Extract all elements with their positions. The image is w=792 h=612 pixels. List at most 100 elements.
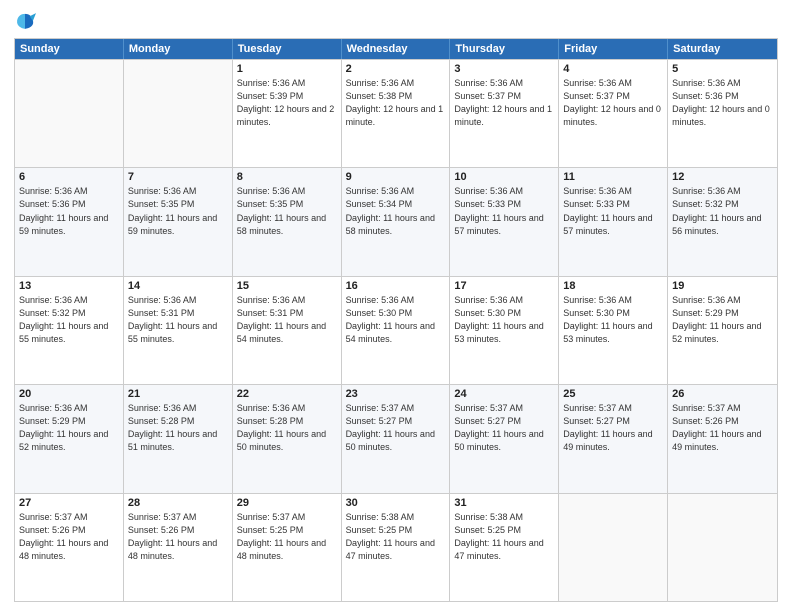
day-number: 29 — [237, 497, 337, 509]
day-info: Sunrise: 5:36 AM Sunset: 5:32 PM Dayligh… — [19, 294, 119, 346]
empty-cell — [559, 494, 668, 601]
page-container: SundayMondayTuesdayWednesdayThursdayFrid… — [0, 0, 792, 612]
day-number: 1 — [237, 63, 337, 75]
calendar-header: SundayMondayTuesdayWednesdayThursdayFrid… — [15, 39, 777, 59]
day-number: 25 — [563, 388, 663, 400]
day-number: 22 — [237, 388, 337, 400]
day-info: Sunrise: 5:37 AM Sunset: 5:26 PM Dayligh… — [19, 511, 119, 563]
day-number: 17 — [454, 280, 554, 292]
day-info: Sunrise: 5:36 AM Sunset: 5:28 PM Dayligh… — [237, 402, 337, 454]
day-info: Sunrise: 5:36 AM Sunset: 5:29 PM Dayligh… — [19, 402, 119, 454]
header-cell-sunday: Sunday — [15, 39, 124, 59]
day-cell-17: 17 Sunrise: 5:36 AM Sunset: 5:30 PM Dayli… — [450, 277, 559, 384]
day-cell-5: 5Sunrise: 5:36 AM Sunset: 5:36 PM Daylig… — [668, 60, 777, 167]
day-number: 20 — [19, 388, 119, 400]
day-info: Sunrise: 5:36 AM Sunset: 5:37 PM Dayligh… — [454, 77, 554, 129]
day-info: Sunrise: 5:37 AM Sunset: 5:27 PM Dayligh… — [346, 402, 446, 454]
day-info: Sunrise: 5:36 AM Sunset: 5:35 PM Dayligh… — [128, 185, 228, 237]
day-info: Sunrise: 5:36 AM Sunset: 5:30 PM Dayligh… — [346, 294, 446, 346]
day-cell-8: 8 Sunrise: 5:36 AM Sunset: 5:35 PM Daylig… — [233, 168, 342, 275]
header-cell-saturday: Saturday — [668, 39, 777, 59]
day-number: 7 — [128, 171, 228, 183]
calendar-row: 20 Sunrise: 5:36 AM Sunset: 5:29 PM Dayli… — [15, 384, 777, 492]
day-cell-12: 12 Sunrise: 5:36 AM Sunset: 5:32 PM Dayli… — [668, 168, 777, 275]
day-cell-29: 29Sunrise: 5:37 AM Sunset: 5:25 PM Dayli… — [233, 494, 342, 601]
day-info: Sunrise: 5:36 AM Sunset: 5:30 PM Dayligh… — [563, 294, 663, 346]
day-number: 23 — [346, 388, 446, 400]
day-info: Sunrise: 5:36 AM Sunset: 5:31 PM Dayligh… — [237, 294, 337, 346]
day-number: 10 — [454, 171, 554, 183]
day-number: 12 — [672, 171, 773, 183]
day-number: 19 — [672, 280, 773, 292]
day-cell-15: 15 Sunrise: 5:36 AM Sunset: 5:31 PM Dayli… — [233, 277, 342, 384]
calendar: SundayMondayTuesdayWednesdayThursdayFrid… — [14, 38, 778, 602]
day-cell-26: 26Sunrise: 5:37 AM Sunset: 5:26 PM Dayli… — [668, 385, 777, 492]
day-info: Sunrise: 5:37 AM Sunset: 5:27 PM Dayligh… — [563, 402, 663, 454]
day-info: Sunrise: 5:37 AM Sunset: 5:26 PM Dayligh… — [128, 511, 228, 563]
day-cell-7: 7 Sunrise: 5:36 AM Sunset: 5:35 PM Daylig… — [124, 168, 233, 275]
day-number: 4 — [563, 63, 663, 75]
day-info: Sunrise: 5:36 AM Sunset: 5:32 PM Dayligh… — [672, 185, 773, 237]
day-cell-16: 16Sunrise: 5:36 AM Sunset: 5:30 PM Dayli… — [342, 277, 451, 384]
day-cell-14: 14 Sunrise: 5:36 AM Sunset: 5:31 PM Dayli… — [124, 277, 233, 384]
logo — [14, 10, 40, 32]
day-cell-23: 23 Sunrise: 5:37 AM Sunset: 5:27 PM Dayli… — [342, 385, 451, 492]
day-number: 28 — [128, 497, 228, 509]
day-cell-10: 10Sunrise: 5:36 AM Sunset: 5:33 PM Dayli… — [450, 168, 559, 275]
day-info: Sunrise: 5:36 AM Sunset: 5:37 PM Dayligh… — [563, 77, 663, 129]
day-cell-28: 28 Sunrise: 5:37 AM Sunset: 5:26 PM Dayli… — [124, 494, 233, 601]
day-number: 31 — [454, 497, 554, 509]
day-cell-31: 31 Sunrise: 5:38 AM Sunset: 5:25 PM Dayli… — [450, 494, 559, 601]
day-cell-6: 6 Sunrise: 5:36 AM Sunset: 5:36 PM Daylig… — [15, 168, 124, 275]
day-number: 30 — [346, 497, 446, 509]
day-cell-30: 30 Sunrise: 5:38 AM Sunset: 5:25 PM Dayli… — [342, 494, 451, 601]
day-number: 18 — [563, 280, 663, 292]
day-cell-19: 19 Sunrise: 5:36 AM Sunset: 5:29 PM Dayli… — [668, 277, 777, 384]
day-number: 11 — [563, 171, 663, 183]
day-cell-18: 18 Sunrise: 5:36 AM Sunset: 5:30 PM Dayli… — [559, 277, 668, 384]
day-info: Sunrise: 5:36 AM Sunset: 5:31 PM Dayligh… — [128, 294, 228, 346]
day-number: 13 — [19, 280, 119, 292]
day-cell-24: 24 Sunrise: 5:37 AM Sunset: 5:27 PM Dayli… — [450, 385, 559, 492]
day-info: Sunrise: 5:36 AM Sunset: 5:35 PM Dayligh… — [237, 185, 337, 237]
day-cell-21: 21Sunrise: 5:36 AM Sunset: 5:28 PM Dayli… — [124, 385, 233, 492]
calendar-row: 6 Sunrise: 5:36 AM Sunset: 5:36 PM Daylig… — [15, 167, 777, 275]
day-cell-13: 13 Sunrise: 5:36 AM Sunset: 5:32 PM Dayli… — [15, 277, 124, 384]
empty-cell — [668, 494, 777, 601]
day-info: Sunrise: 5:36 AM Sunset: 5:30 PM Dayligh… — [454, 294, 554, 346]
day-cell-20: 20 Sunrise: 5:36 AM Sunset: 5:29 PM Dayli… — [15, 385, 124, 492]
day-number: 9 — [346, 171, 446, 183]
day-number: 3 — [454, 63, 554, 75]
day-info: Sunrise: 5:38 AM Sunset: 5:25 PM Dayligh… — [346, 511, 446, 563]
day-cell-3: 3 Sunrise: 5:36 AM Sunset: 5:37 PM Daylig… — [450, 60, 559, 167]
day-info: Sunrise: 5:36 AM Sunset: 5:38 PM Dayligh… — [346, 77, 446, 129]
day-number: 8 — [237, 171, 337, 183]
day-cell-27: 27Sunrise: 5:37 AM Sunset: 5:26 PM Dayli… — [15, 494, 124, 601]
day-info: Sunrise: 5:36 AM Sunset: 5:34 PM Dayligh… — [346, 185, 446, 237]
header-cell-wednesday: Wednesday — [342, 39, 451, 59]
day-info: Sunrise: 5:36 AM Sunset: 5:36 PM Dayligh… — [19, 185, 119, 237]
day-number: 5 — [672, 63, 773, 75]
header-cell-friday: Friday — [559, 39, 668, 59]
day-info: Sunrise: 5:36 AM Sunset: 5:39 PM Dayligh… — [237, 77, 337, 129]
header-cell-thursday: Thursday — [450, 39, 559, 59]
day-number: 14 — [128, 280, 228, 292]
day-cell-11: 11 Sunrise: 5:36 AM Sunset: 5:33 PM Dayli… — [559, 168, 668, 275]
page-header — [14, 10, 778, 32]
header-cell-monday: Monday — [124, 39, 233, 59]
calendar-row: 13 Sunrise: 5:36 AM Sunset: 5:32 PM Dayli… — [15, 276, 777, 384]
day-info: Sunrise: 5:37 AM Sunset: 5:26 PM Dayligh… — [672, 402, 773, 454]
day-info: Sunrise: 5:36 AM Sunset: 5:33 PM Dayligh… — [563, 185, 663, 237]
calendar-row: 27Sunrise: 5:37 AM Sunset: 5:26 PM Dayli… — [15, 493, 777, 601]
logo-icon — [14, 10, 36, 32]
day-number: 15 — [237, 280, 337, 292]
day-info: Sunrise: 5:38 AM Sunset: 5:25 PM Dayligh… — [454, 511, 554, 563]
day-number: 6 — [19, 171, 119, 183]
calendar-row: 1 Sunrise: 5:36 AM Sunset: 5:39 PM Daylig… — [15, 59, 777, 167]
day-info: Sunrise: 5:37 AM Sunset: 5:27 PM Dayligh… — [454, 402, 554, 454]
day-number: 24 — [454, 388, 554, 400]
day-cell-2: 2Sunrise: 5:36 AM Sunset: 5:38 PM Daylig… — [342, 60, 451, 167]
header-cell-tuesday: Tuesday — [233, 39, 342, 59]
empty-cell — [124, 60, 233, 167]
day-info: Sunrise: 5:36 AM Sunset: 5:29 PM Dayligh… — [672, 294, 773, 346]
